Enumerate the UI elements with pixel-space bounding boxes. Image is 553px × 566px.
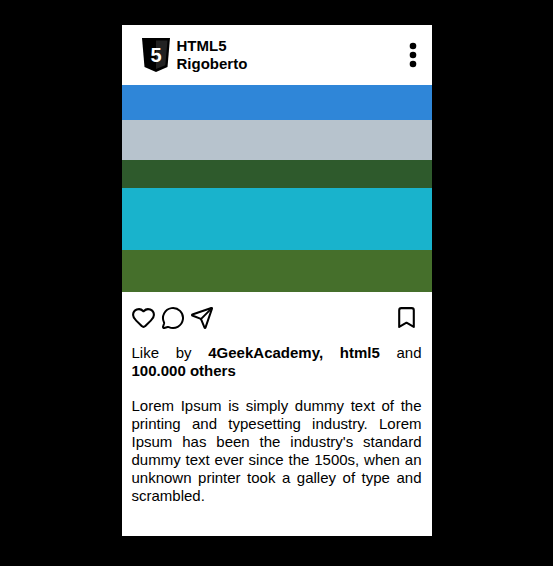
more-dots-icon[interactable] — [409, 42, 417, 68]
send-icon[interactable] — [190, 306, 214, 330]
svg-text:5: 5 — [150, 44, 161, 66]
heart-icon[interactable] — [131, 305, 156, 330]
bookmark-icon[interactable] — [394, 305, 419, 330]
caption-text: Lorem Ipsum is simply dummy text of the … — [122, 397, 432, 505]
post-header: 5 HTML5Rigoberto — [122, 25, 432, 85]
page: 5 HTML5Rigoberto Like by 4GeekAcademy, htm… — [0, 0, 553, 566]
actions-row — [122, 292, 432, 330]
account-title: HTML5 — [177, 37, 248, 55]
post-card: 5 HTML5Rigoberto Like by 4GeekAcademy, htm… — [122, 25, 432, 536]
post-photo — [122, 85, 432, 292]
html5-logo-icon: 5 — [141, 38, 171, 72]
account[interactable]: 5 HTML5Rigoberto — [141, 37, 248, 73]
comment-icon[interactable] — [161, 306, 185, 330]
account-author: Rigoberto — [177, 55, 248, 73]
likes-text: Like by 4GeekAcademy, html5 and 100.000 … — [122, 344, 432, 380]
